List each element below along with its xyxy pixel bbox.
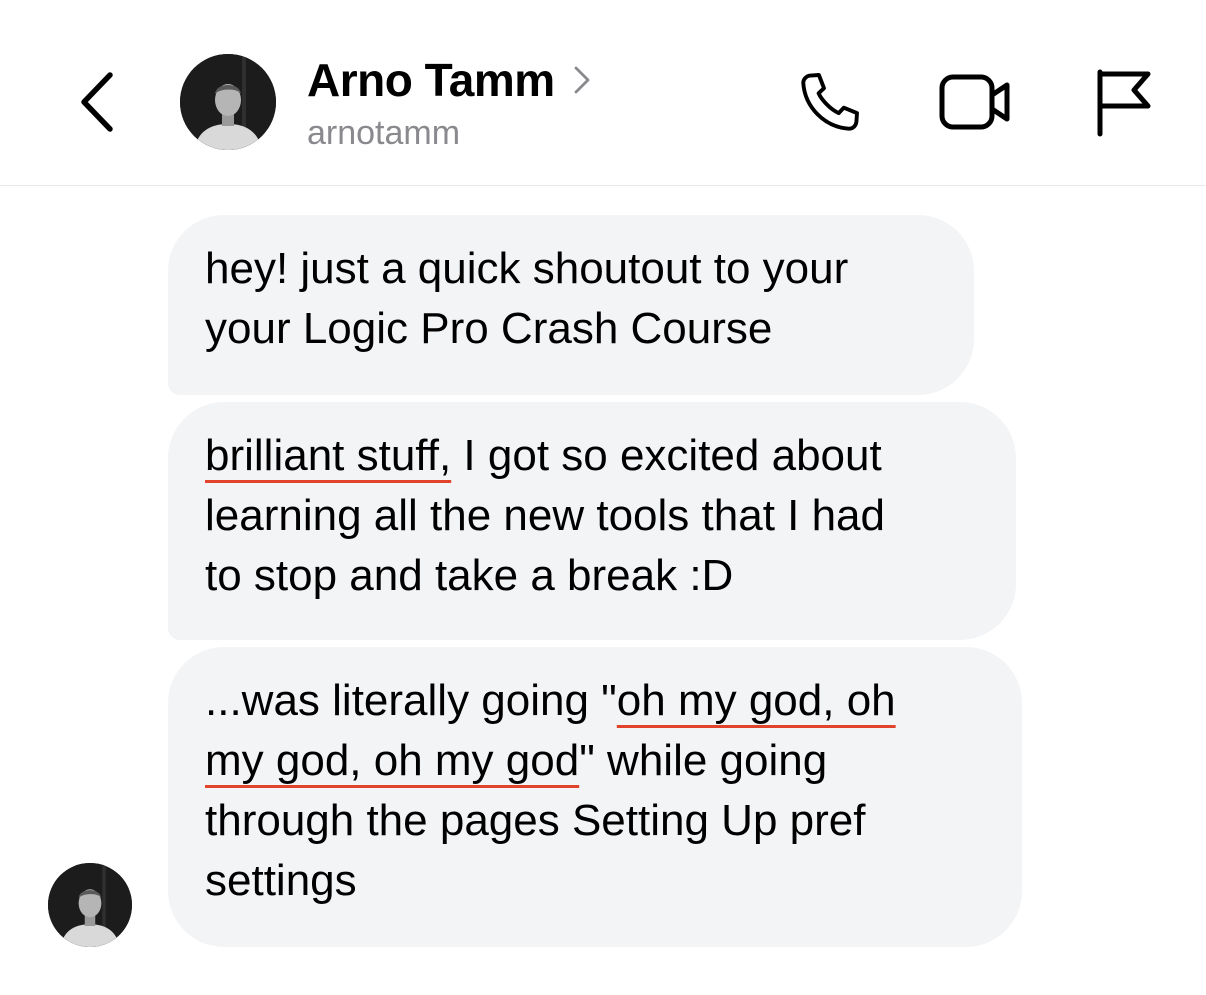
video-camera-icon xyxy=(939,74,1010,130)
highlighted-text: oh my god, oh xyxy=(616,676,896,725)
video-call-button[interactable] xyxy=(935,62,1015,142)
message-text: " while going xyxy=(579,736,828,785)
chevron-right-icon xyxy=(573,65,591,95)
message-text: I got so excited about xyxy=(451,431,882,480)
call-button[interactable] xyxy=(790,62,870,142)
avatar[interactable] xyxy=(180,54,276,150)
message-line: to stop and take a break :D xyxy=(205,551,734,600)
message-bubble[interactable]: ...was literally going "oh my god, oh my… xyxy=(168,647,1022,947)
chat-header: Arno Tamm arnotamm xyxy=(0,0,1206,186)
highlighted-text: brilliant stuff, xyxy=(205,431,452,480)
contact-profile-link[interactable]: Arno Tamm xyxy=(307,52,591,108)
highlighted-text: my god, oh my god xyxy=(205,736,580,785)
flag-icon xyxy=(1097,69,1151,137)
message-line: hey! just a quick shoutout to your xyxy=(205,244,849,293)
message-line: settings xyxy=(205,856,357,905)
message-line: ...was literally going "oh my god, oh xyxy=(205,671,986,731)
phone-icon xyxy=(801,73,859,131)
message-bubble[interactable]: hey! just a quick shoutout to your your … xyxy=(168,215,974,395)
message-line: your Logic Pro Crash Course xyxy=(205,304,773,353)
message-line: through the pages Setting Up pref xyxy=(205,796,866,845)
message-line: brilliant stuff, I got so excited about xyxy=(205,426,980,486)
avatar-photo xyxy=(48,863,132,947)
contact-name: Arno Tamm xyxy=(307,54,555,106)
message-bubble[interactable]: brilliant stuff, I got so excited about … xyxy=(168,402,1016,640)
message-text: ...was literally going " xyxy=(205,676,617,725)
report-button[interactable] xyxy=(1080,62,1160,142)
contact-username: arnotamm xyxy=(307,114,461,152)
chevron-left-icon xyxy=(81,72,113,132)
avatar-photo xyxy=(180,54,276,150)
sender-avatar[interactable] xyxy=(48,863,132,947)
message-line: learning all the new tools that I had xyxy=(205,491,886,540)
message-line: my god, oh my god" while going xyxy=(205,731,986,791)
back-button[interactable] xyxy=(60,62,132,142)
